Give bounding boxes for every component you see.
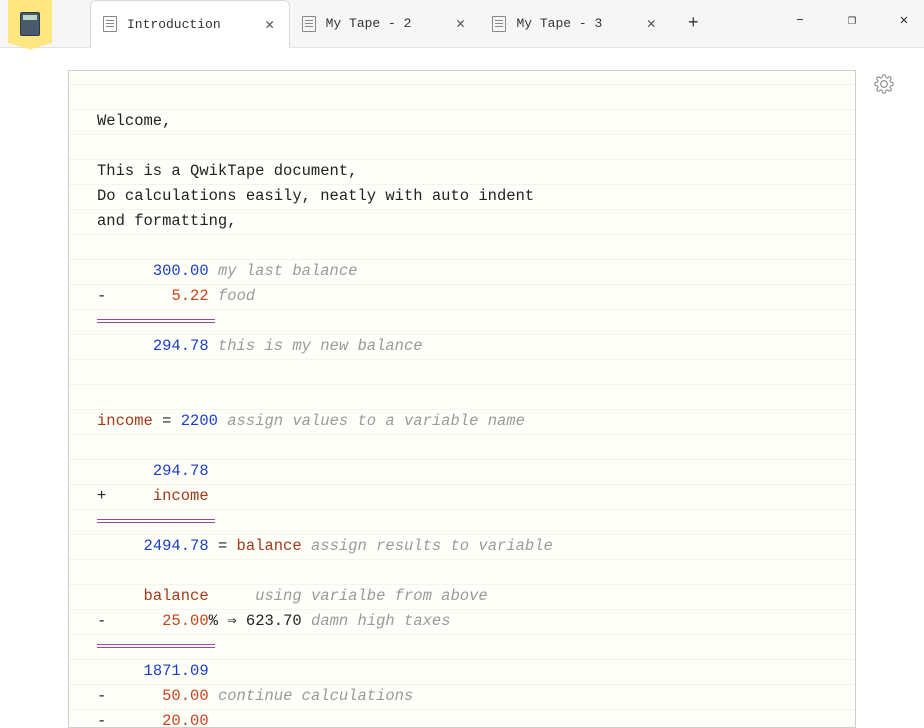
document-icon bbox=[302, 16, 316, 32]
editor-paper[interactable]: Welcome, This is a QwikTape document, Do… bbox=[68, 70, 856, 728]
text-line: and formatting, bbox=[97, 209, 827, 234]
assign-line: income = 2200 assign values to a variabl… bbox=[97, 409, 827, 434]
calc-line: - 50.00 continue calculations bbox=[97, 684, 827, 709]
tabs-container: Introduction ✕ My Tape - 2 ✕ My Tape - 3… bbox=[90, 0, 709, 48]
blank-line bbox=[97, 359, 827, 384]
app-logo bbox=[0, 0, 60, 54]
blank-line bbox=[97, 559, 827, 584]
close-icon[interactable]: ✕ bbox=[642, 15, 660, 33]
tab-bar: Introduction ✕ My Tape - 2 ✕ My Tape - 3… bbox=[0, 0, 924, 48]
calc-line: 294.78 bbox=[97, 459, 827, 484]
text-line: Welcome, bbox=[97, 109, 827, 134]
result-line: 1871.09 bbox=[97, 659, 827, 684]
document-icon bbox=[103, 16, 117, 32]
tab-label: Introduction bbox=[127, 17, 221, 32]
blank-line bbox=[97, 384, 827, 409]
tab-introduction[interactable]: Introduction ✕ bbox=[90, 0, 290, 49]
close-icon[interactable]: ✕ bbox=[451, 15, 469, 33]
result-line: 294.78 this is my new balance bbox=[97, 334, 827, 359]
horizontal-rule bbox=[97, 509, 827, 534]
document-icon bbox=[492, 16, 506, 32]
text-line: Do calculations easily, neatly with auto… bbox=[97, 184, 827, 209]
tab-label: My Tape - 3 bbox=[516, 16, 602, 31]
close-icon[interactable]: ✕ bbox=[261, 15, 279, 33]
window-controls: – ❐ ✕ bbox=[788, 0, 916, 40]
minimize-button[interactable]: – bbox=[788, 8, 812, 32]
new-tab-button[interactable]: + bbox=[677, 0, 709, 48]
calc-line: + income bbox=[97, 484, 827, 509]
result-line: 2494.78 = balance assign results to vari… bbox=[97, 534, 827, 559]
calc-line: 300.00 my last balance bbox=[97, 259, 827, 284]
maximize-button[interactable]: ❐ bbox=[840, 8, 864, 32]
text-line: This is a QwikTape document, bbox=[97, 159, 827, 184]
tab-my-tape-2[interactable]: My Tape - 2 ✕ bbox=[290, 0, 481, 48]
close-button[interactable]: ✕ bbox=[892, 8, 916, 32]
blank-line bbox=[97, 134, 827, 159]
gear-icon bbox=[874, 74, 894, 94]
calc-line: - 25.00% ⇒ 623.70 damn high taxes bbox=[97, 609, 827, 634]
blank-line bbox=[97, 234, 827, 259]
calculator-icon bbox=[20, 12, 40, 36]
tab-label: My Tape - 2 bbox=[326, 16, 412, 31]
horizontal-rule bbox=[97, 309, 827, 334]
calc-line: - 5.22 food bbox=[97, 284, 827, 309]
tab-my-tape-3[interactable]: My Tape - 3 ✕ bbox=[480, 0, 671, 48]
settings-button[interactable] bbox=[874, 74, 896, 96]
calc-line: - 20.00 bbox=[97, 709, 827, 728]
blank-line bbox=[97, 434, 827, 459]
horizontal-rule bbox=[97, 634, 827, 659]
calc-line: balance using varialbe from above bbox=[97, 584, 827, 609]
